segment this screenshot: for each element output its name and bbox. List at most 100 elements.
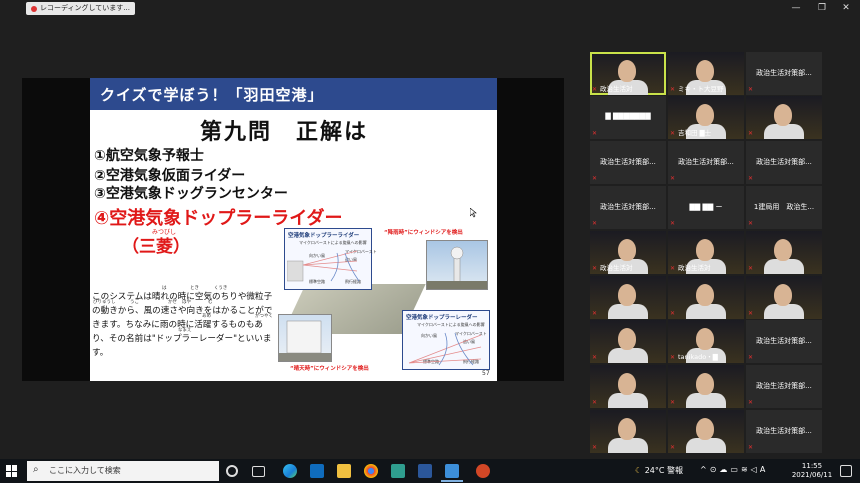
- participant-tile[interactable]: ミキ・ト大豆野 ✕: [668, 52, 744, 95]
- participant-tile[interactable]: ✕: [746, 276, 822, 319]
- muted-mic-icon: ✕: [592, 175, 598, 182]
- participant-tile[interactable]: 政治生活対 ✕: [590, 52, 666, 95]
- participant-tile[interactable]: ✕: [590, 276, 666, 319]
- word-icon[interactable]: [418, 464, 432, 478]
- chrome-icon[interactable]: [364, 464, 378, 478]
- participant-face: [774, 284, 792, 306]
- participant-tile[interactable]: 吉和田 ▇士 ✕: [668, 96, 744, 139]
- recording-indicator[interactable]: レコーディングしています...: [26, 2, 135, 15]
- slide-header-bar: クイズで学ぼう！「羽田空港」: [90, 78, 497, 110]
- muted-mic-icon: ✕: [592, 86, 598, 93]
- weather-widget[interactable]: ☾ 24°C 警報: [635, 465, 683, 476]
- muted-mic-icon: ✕: [592, 265, 598, 272]
- participant-tile[interactable]: ✕: [746, 231, 822, 274]
- chevron-up-icon[interactable]: ^: [700, 465, 710, 474]
- radar-scan-graphic: [408, 332, 482, 366]
- minimize-button[interactable]: —: [786, 2, 806, 15]
- windows-taskbar: ⌕ ここに入力して検索 ☾ 24°C 警報 ^⊙☁▭≋◁A 11:55 2021…: [0, 459, 860, 483]
- participant-face: [618, 373, 636, 395]
- participant-tile[interactable]: 政治生活対策部... ✕: [746, 52, 822, 95]
- muted-mic-icon: ✕: [592, 399, 598, 406]
- participant-name: ミキ・ト大豆野: [678, 85, 724, 93]
- participant-face: [696, 284, 714, 306]
- zoom-share-icon[interactable]: [445, 464, 459, 478]
- taskbar-search-box[interactable]: ⌕ ここに入力して検索: [27, 461, 219, 481]
- participant-tile[interactable]: 政治生活対策部... ✕: [668, 141, 744, 184]
- participant-tile[interactable]: 1建局用 政治生... ✕: [746, 186, 822, 229]
- doppler-diagram: 空港気象ドップラーライダー マイクロバーストによる旋風への影響 向かい風 マイク…: [278, 226, 494, 372]
- windows-logo-pane: [12, 471, 17, 477]
- participant-tile[interactable]: ✕: [590, 320, 666, 363]
- rain-detection-label: “降雨時”にウィンドシアを検出: [384, 230, 463, 236]
- participant-tile[interactable]: ✕: [590, 410, 666, 453]
- lidar-title: 空港気象ドップラーライダー: [288, 233, 360, 239]
- participant-face: [696, 239, 714, 261]
- participant-tile[interactable]: 政治生活対策部... ✕: [590, 186, 666, 229]
- participant-name: 政治生活対策部...: [756, 337, 812, 345]
- muted-mic-icon: ✕: [748, 175, 754, 182]
- muted-mic-icon: ✕: [592, 444, 598, 451]
- participant-body: [608, 348, 648, 363]
- edge-icon[interactable]: [283, 464, 297, 478]
- wifi-icon[interactable]: ≋: [741, 465, 751, 474]
- participant-tile[interactable]: ▇▇ ▇▇ ー ✕: [668, 186, 744, 229]
- participant-body: [764, 124, 804, 139]
- mouse-cursor-icon: [470, 208, 477, 218]
- lidar-panel: 空港気象ドップラーライダー マイクロバーストによる旋風への影響 向かい風 マイク…: [284, 228, 377, 290]
- participant-tile[interactable]: ✕: [746, 96, 822, 139]
- notification-icon[interactable]: [840, 465, 852, 477]
- participant-body: [764, 304, 804, 319]
- windows-logo-icon: [6, 465, 11, 471]
- ime-indicator[interactable]: A: [760, 465, 768, 474]
- participant-name: 政治生活対: [678, 264, 711, 272]
- presentation-slide: クイズで学ぼう！「羽田空港」 第九問 正解は ①航空気象予報士 ②空港気象仮面ラ…: [90, 78, 497, 381]
- muted-mic-icon: ✕: [748, 220, 754, 227]
- participant-tile[interactable]: 政治生活対 ✕: [668, 231, 744, 274]
- cloud-icon[interactable]: ☁: [719, 465, 730, 474]
- clock-time[interactable]: 11:55: [797, 462, 827, 470]
- participant-name: 政治生活対策部...: [756, 382, 812, 390]
- app-icon[interactable]: [391, 464, 405, 478]
- tower-photo: [426, 240, 488, 290]
- record-dot-icon: [31, 5, 37, 12]
- participant-tile[interactable]: ✕: [590, 365, 666, 408]
- weather-text: 24°C 警報: [644, 466, 684, 475]
- muted-mic-icon: ✕: [670, 175, 676, 182]
- display-icon[interactable]: ▭: [730, 465, 741, 474]
- participant-name: 政治生活対策部...: [600, 203, 656, 211]
- option-1: ①航空気象予報士: [94, 148, 204, 164]
- participant-tile[interactable]: ▇ ▇▇▇▇▇▇▇ ✕: [590, 96, 666, 139]
- muted-mic-icon: ✕: [592, 354, 598, 361]
- volume-icon[interactable]: ◁: [751, 465, 760, 474]
- participant-tile[interactable]: 政治生活対策部... ✕: [746, 410, 822, 453]
- clock-date[interactable]: 2021/06/11: [790, 471, 834, 479]
- system-tray: ^⊙☁▭≋◁A: [700, 465, 768, 474]
- participant-tile[interactable]: ✕: [668, 410, 744, 453]
- cortana-icon[interactable]: [226, 465, 238, 477]
- participant-name: 吉和田 ▇士: [678, 129, 712, 137]
- outlook-icon[interactable]: [310, 464, 324, 478]
- muted-mic-icon: ✕: [592, 310, 598, 317]
- participant-tile[interactable]: ✕: [668, 365, 744, 408]
- file-explorer-icon[interactable]: [337, 464, 351, 478]
- recording-text: レコーディングしています...: [40, 4, 130, 12]
- task-view-icon[interactable]: [252, 466, 265, 477]
- lidar-unit-icon: [279, 320, 331, 361]
- participant-tile[interactable]: 政治生活対 ✕: [590, 231, 666, 274]
- powerpoint-icon[interactable]: [476, 464, 490, 478]
- participant-tile[interactable]: 政治生活対策部... ✕: [746, 141, 822, 184]
- participant-face: [618, 284, 636, 306]
- participant-tile[interactable]: ✕: [668, 276, 744, 319]
- participant-name: 政治生活対策部...: [756, 158, 812, 166]
- close-button[interactable]: ✕: [836, 2, 856, 15]
- participant-tile[interactable]: 政治生活対策部... ✕: [590, 141, 666, 184]
- search-placeholder: ここに入力して検索: [49, 466, 121, 475]
- network-icon[interactable]: ⊙: [710, 465, 720, 474]
- muted-mic-icon: ✕: [670, 354, 676, 361]
- participant-tile[interactable]: 政治生活対策部... ✕: [746, 320, 822, 363]
- muted-mic-icon: ✕: [670, 310, 676, 317]
- start-button[interactable]: [6, 465, 18, 477]
- maximize-button[interactable]: ❐: [812, 2, 832, 15]
- participant-tile[interactable]: tanikado・▇ ✕: [668, 320, 744, 363]
- participant-tile[interactable]: 政治生活対策部... ✕: [746, 365, 822, 408]
